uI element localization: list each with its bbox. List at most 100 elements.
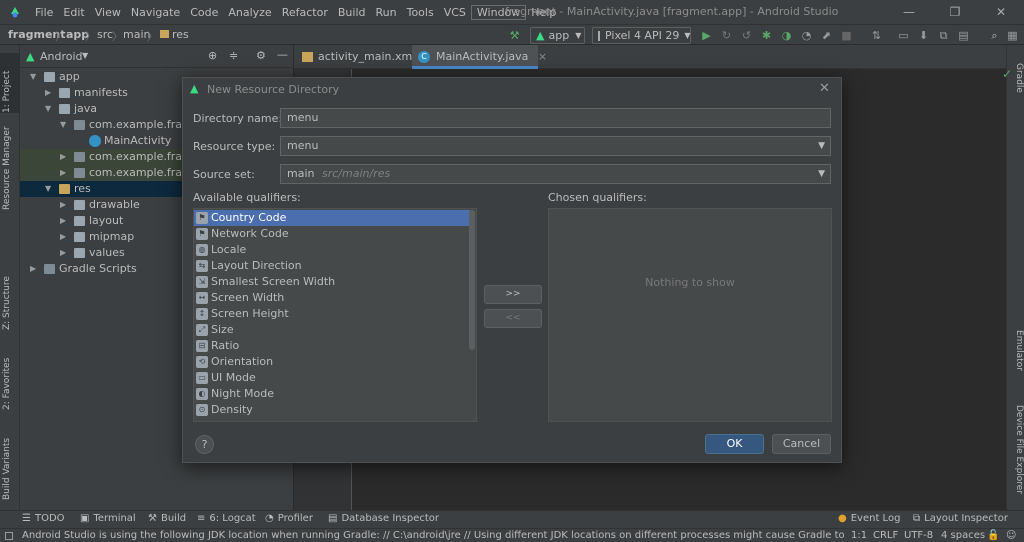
line-separator[interactable]: CRLF [873, 529, 898, 542]
caret-position[interactable]: 1:1 [851, 529, 867, 542]
tool-tab-emulator[interactable]: Emulator [1010, 330, 1024, 390]
directory-name-input[interactable]: menu [280, 108, 831, 128]
maximize-button[interactable]: ❐ [932, 0, 978, 24]
resource-type-select[interactable]: menu ▼ [280, 136, 831, 156]
run-config-select[interactable]: ▲ app ▼ [530, 27, 585, 44]
collapse-arrow-icon[interactable]: ▶ [60, 229, 70, 245]
resource-manager-icon[interactable]: ▤ [957, 29, 970, 42]
collapse-arrow-icon[interactable]: ▶ [60, 197, 70, 213]
tool-tab-device-file-explorer[interactable]: Device File Explorer [1010, 405, 1024, 505]
list-scrollbar[interactable] [469, 210, 475, 350]
minimize-button[interactable]: — [886, 0, 932, 24]
add-qualifier-button[interactable]: >> [484, 285, 542, 304]
menu-code[interactable]: Code [185, 6, 223, 19]
tool-logcat[interactable]: ≡ 6: Logcat [197, 513, 256, 524]
close-tab-icon[interactable]: × [538, 50, 547, 63]
menu-run[interactable]: Run [371, 6, 402, 19]
breadcrumb-src[interactable]: src [97, 28, 113, 41]
tool-tab-resource-manager[interactable]: Resource Manager [2, 126, 18, 210]
tool-event-log[interactable]: ● Event Log [838, 513, 900, 524]
expand-arrow-icon[interactable]: ▼ [60, 117, 70, 133]
hide-panel-icon[interactable]: — [277, 48, 288, 61]
locate-file-icon[interactable]: ⊕ [208, 49, 217, 62]
chevron-down-icon[interactable]: ▼ [82, 51, 88, 60]
menu-edit[interactable]: Edit [58, 6, 89, 19]
qualifier-item[interactable]: ⇲ Smallest Screen Width [194, 274, 470, 290]
collapse-arrow-icon[interactable]: ▶ [60, 245, 70, 261]
attach-debugger-icon[interactable]: ⬈ [820, 29, 833, 42]
qualifier-item[interactable]: ↔ Screen Width [194, 290, 470, 306]
tool-build[interactable]: ⚒ Build [148, 513, 186, 524]
menu-build[interactable]: Build [333, 6, 371, 19]
qualifier-item[interactable]: ▭ UI Mode [194, 370, 470, 386]
remove-qualifier-button[interactable]: << [484, 309, 542, 328]
project-view-mode-select[interactable]: Android [40, 50, 83, 63]
collapse-arrow-icon[interactable]: ▶ [45, 85, 55, 101]
file-encoding[interactable]: UTF-8 [904, 529, 933, 542]
breadcrumb-res[interactable]: res [172, 28, 189, 41]
collapse-arrow-icon[interactable]: ▶ [60, 149, 70, 165]
qualifier-item[interactable]: ◐ Night Mode [194, 386, 470, 402]
search-icon[interactable]: ⌕ [988, 29, 1001, 42]
qualifier-item[interactable]: ⟲ Orientation [194, 354, 470, 370]
toggle-tool-windows-icon[interactable] [5, 532, 13, 540]
tool-database-inspector[interactable]: ▤ Database Inspector [328, 513, 439, 524]
help-button[interactable]: ? [195, 435, 214, 454]
expand-arrow-icon[interactable]: ▼ [30, 69, 40, 85]
editor-tab-main-activity[interactable]: C MainActivity.java × [412, 45, 547, 69]
qualifier-item[interactable]: ⊟ Ratio [194, 338, 470, 354]
collapse-arrow-icon[interactable]: ▶ [30, 261, 40, 277]
menu-file[interactable]: File [30, 6, 58, 19]
layout-inspector-toolbar-icon[interactable]: ⧉ [937, 29, 950, 42]
apply-changes-icon[interactable]: ↻ [720, 29, 733, 42]
project-structure-icon[interactable]: ▦ [1006, 29, 1019, 42]
tool-tab-structure[interactable]: Z: Structure [2, 270, 18, 330]
menu-vcs[interactable]: VCS [439, 6, 471, 19]
apply-code-changes-icon[interactable]: ↺ [740, 29, 753, 42]
collapse-arrow-icon[interactable]: ▶ [60, 165, 70, 181]
tool-layout-inspector[interactable]: ⧉ Layout Inspector [913, 513, 1008, 524]
expand-arrow-icon[interactable]: ▼ [45, 101, 55, 117]
tool-tab-gradle[interactable]: Gradle [1010, 63, 1024, 103]
qualifier-item[interactable]: ⇆ Layout Direction [194, 258, 470, 274]
ok-button[interactable]: OK [705, 434, 764, 454]
profile-icon[interactable]: ◔ [800, 29, 813, 42]
lock-icon[interactable]: 🔓 [987, 529, 999, 542]
tool-profiler[interactable]: ◔ Profiler [265, 513, 313, 524]
cancel-button[interactable]: Cancel [772, 434, 831, 454]
qualifier-item[interactable]: ⤢ Size [194, 322, 470, 338]
menu-view[interactable]: View [90, 6, 126, 19]
qualifier-item[interactable]: ⚑ Network Code [194, 226, 470, 242]
qualifier-item[interactable]: ◍ Locale [194, 242, 470, 258]
close-window-button[interactable]: ✕ [978, 0, 1024, 24]
tool-todo[interactable]: ☰ TODO [22, 513, 65, 524]
stop-icon[interactable]: ■ [840, 29, 853, 42]
source-set-select[interactable]: main src/main/res ▼ [280, 164, 831, 184]
run-icon[interactable]: ▶ [700, 29, 713, 42]
menu-refactor[interactable]: Refactor [277, 6, 333, 19]
menu-analyze[interactable]: Analyze [223, 6, 276, 19]
close-dialog-icon[interactable]: ✕ [819, 81, 830, 96]
editor-tab-activity-main[interactable]: activity_main.xml × [294, 45, 434, 69]
avd-manager-icon[interactable]: ▭ [897, 29, 910, 42]
expand-arrow-icon[interactable]: ▼ [45, 181, 55, 197]
available-qualifiers-list[interactable]: ⚑ Country Code ⚑ Network Code ◍ Locale ⇆ Layout… [193, 208, 477, 422]
coverage-icon[interactable]: ◑ [780, 29, 793, 42]
gear-icon[interactable]: ⚙ [256, 49, 266, 62]
collapse-arrow-icon[interactable]: ▶ [60, 213, 70, 229]
collapse-all-icon[interactable]: ≑ [229, 49, 238, 62]
device-select[interactable]: Pixel 4 API 29 ▼ [592, 27, 691, 44]
tool-terminal[interactable]: ▣ Terminal [80, 513, 136, 524]
hammer-icon[interactable]: ⚒ [508, 29, 521, 42]
sdk-manager-icon[interactable]: ⬇ [917, 29, 930, 42]
menu-navigate[interactable]: Navigate [126, 6, 185, 19]
tool-tab-favorites[interactable]: 2: Favorites [2, 350, 18, 410]
qualifier-item[interactable]: ⊙ Density [194, 402, 470, 418]
sync-project-icon[interactable]: ⇅ [870, 29, 883, 42]
qualifier-item[interactable]: ↕ Screen Height [194, 306, 470, 322]
indent-setting[interactable]: 4 spaces [941, 529, 985, 542]
tool-tab-project[interactable]: 1: Project [2, 55, 18, 113]
notification-icon[interactable]: ☺ [1006, 529, 1016, 542]
status-message[interactable]: Android Studio is using the following JD… [22, 529, 844, 542]
menu-tools[interactable]: Tools [402, 6, 439, 19]
